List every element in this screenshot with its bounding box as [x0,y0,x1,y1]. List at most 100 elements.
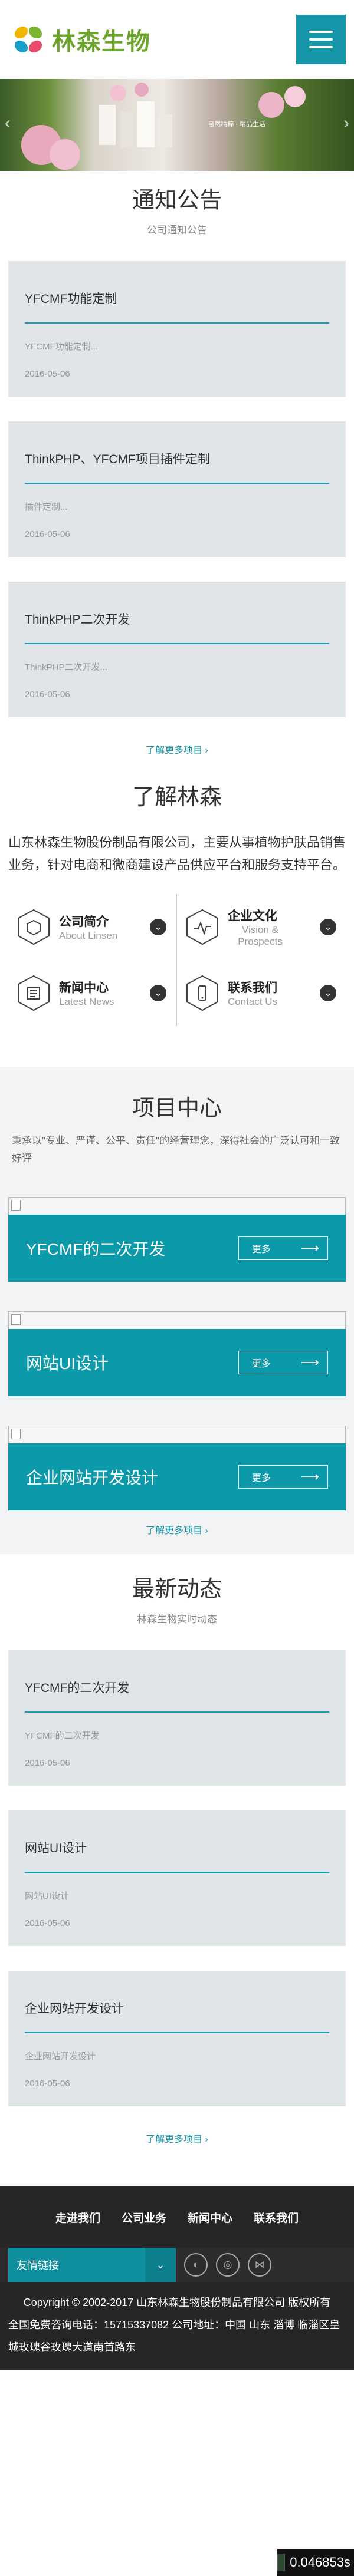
notice-section: 通知公告 公司通知公告 YFCMF功能定制 YFCMF功能定制... 2016-… [0,171,354,756]
news-more-link[interactable]: 了解更多项目 › [0,2131,354,2145]
card-desc: YFCMF功能定制... [25,342,99,352]
footer-link-about[interactable]: 走进我们 [55,2209,100,2225]
newspaper-icon [15,975,52,1011]
card-date: 2016-05-06 [25,2079,70,2089]
project-name[interactable]: YFCMF的二次开发 [26,1236,165,1260]
logo[interactable]: 林森生物 [9,21,151,58]
projects-intro: 秉承以"专业、严谨、公平、责任"的经营理念，深得社会的广泛认可和一致好评 [12,1135,340,1164]
notice-card[interactable]: YFCMF功能定制 YFCMF功能定制... 2016-05-06 [8,261,346,397]
share-icon[interactable]: ⋈ [248,2253,271,2277]
arrow-right-icon: ⟶ [300,1469,319,1484]
card-divider [25,1872,329,1873]
footer-link-contact[interactable]: 联系我们 [254,2209,299,2225]
about-en: About Linsen [59,930,118,941]
about-en: Latest News [59,996,114,1007]
section-title: 项目中心 [132,1096,222,1121]
card-title[interactable]: 企业网站开发设计 [25,1999,329,2017]
notice-card[interactable]: ThinkPHP、YFCMF项目插件定制 插件定制... 2016-05-06 [8,421,346,557]
arrow-right-icon: ⟶ [300,1355,319,1370]
chevron-down-icon[interactable]: ⌄ [320,919,336,935]
section-title: 最新动态 [132,1577,222,1602]
about-en: Contact Us [228,996,278,1007]
timer-value: 0.046853s [290,2555,350,2570]
menu-button[interactable] [296,15,346,64]
card-date: 2016-05-06 [25,1918,70,1928]
news-card[interactable]: 企业网站开发设计 企业网站开发设计 2016-05-06 [8,1971,346,2106]
card-title[interactable]: YFCMF功能定制 [25,289,329,307]
project-image [8,1426,346,1443]
broken-image-icon [11,1314,21,1325]
chevron-down-icon[interactable]: ⌄ [150,985,166,1001]
project-more-button[interactable]: 更多 ⟶ [238,1351,328,1374]
wechat-icon[interactable]: ◐ [184,2253,208,2277]
projects-section: 项目中心 秉承以"专业、严谨、公平、责任"的经营理念，深得社会的广泛认可和一致好… [0,1067,354,1554]
logo-text: 林森生物 [52,29,151,55]
card-divider [25,2032,329,2033]
card-desc: 网站UI设计 [25,1891,70,1901]
chevron-down-icon[interactable]: ⌄ [150,919,166,935]
news-card[interactable]: 网站UI设计 网站UI设计 2016-05-06 [8,1810,346,1946]
card-desc: YFCMF的二次开发 [25,1731,100,1741]
address: 全国免费咨询电话：15715337082 公司地址：中国 山东 淄博 临淄区皇城… [8,2319,340,2353]
card-title[interactable]: ThinkPHP二次开发 [25,610,329,628]
footer-nav: 走进我们 公司业务 新闻中心 联系我们 [0,2186,354,2248]
about-grid: 公司简介 About Linsen ⌄ 企业文化 Vision & Prospe… [0,894,354,1026]
leaf-icon [277,2554,286,2571]
cube-icon [15,909,52,945]
card-date: 2016-05-06 [25,690,70,700]
card-desc: 插件定制... [25,502,68,512]
card-title[interactable]: ThinkPHP、YFCMF项目插件定制 [25,450,329,467]
project-card[interactable]: 网站UI设计 更多 ⟶ [8,1311,346,1396]
friend-links-label: 友情链接 [17,2260,59,2271]
notice-card[interactable]: ThinkPHP二次开发 ThinkPHP二次开发... 2016-05-06 [8,582,346,717]
projects-more-link[interactable]: 了解更多项目 › [0,1522,354,1536]
footer-link-business[interactable]: 公司业务 [122,2209,166,2225]
copyright: Copyright © 2002-2017 山东林森生物股份制品有限公司 版权所… [23,2297,331,2308]
about-item-contact[interactable]: 联系我们 Contact Us ⌄ [177,960,346,1026]
project-card[interactable]: 企业网站开发设计 更多 ⟶ [8,1426,346,1510]
card-divider [25,643,329,644]
about-item-culture[interactable]: 企业文化 Vision & Prospects ⌄ [177,894,346,960]
logo-icon [9,21,47,58]
card-divider [25,322,329,324]
section-title: 了解林森 [132,785,222,810]
section-subtitle: 林森生物实时动态 [137,1614,217,1625]
weibo-icon[interactable]: ◎ [216,2253,240,2277]
notice-more-link[interactable]: 了解更多项目 › [0,742,354,756]
about-item-news[interactable]: 新闻中心 Latest News ⌄ [8,960,177,1026]
about-label: 新闻中心 [59,981,109,995]
project-more-button[interactable]: 更多 ⟶ [238,1465,328,1489]
banner-image [21,83,306,170]
banner-next-icon[interactable]: › [343,113,349,133]
project-card[interactable]: YFCMF的二次开发 更多 ⟶ [8,1197,346,1282]
card-divider [25,1711,329,1713]
load-timer: 0.046853s [277,2549,354,2576]
section-title: 通知公告 [132,188,222,213]
banner-slider[interactable]: ‹ › 自然精粹 · 精品生活 [0,79,354,171]
card-date: 2016-05-06 [25,1758,70,1768]
friend-links-select[interactable]: 友情链接 ⌄ [8,2248,176,2282]
project-name[interactable]: 网站UI设计 [26,1351,109,1374]
footer-link-news[interactable]: 新闻中心 [188,2209,232,2225]
news-section: 最新动态 林森生物实时动态 YFCMF的二次开发 YFCMF的二次开发 2016… [0,1554,354,2145]
hamburger-icon [309,31,333,33]
project-name[interactable]: 企业网站开发设计 [26,1465,158,1489]
project-more-label: 更多 [252,1359,271,1369]
about-item-intro[interactable]: 公司简介 About Linsen ⌄ [8,894,177,960]
chevron-down-icon: ⌄ [145,2248,176,2282]
news-card[interactable]: YFCMF的二次开发 YFCMF的二次开发 2016-05-06 [8,1650,346,1786]
about-text: 山东林森生物股份制品有限公司，主要从事植物护肤品销售业务，针对电商和微商建设产品… [8,835,346,872]
card-title[interactable]: 网站UI设计 [25,1839,329,1856]
card-date: 2016-05-06 [25,529,70,539]
about-label: 企业文化 [228,909,277,923]
project-image [8,1311,346,1329]
card-divider [25,483,329,484]
about-section: 了解林森 山东林森生物股份制品有限公司，主要从事植物护肤品销售业务，针对电商和微… [0,776,354,1026]
project-more-button[interactable]: 更多 ⟶ [238,1236,328,1260]
section-subtitle: 公司通知公告 [147,225,207,236]
pulse-icon [184,909,221,945]
banner-prev-icon[interactable]: ‹ [5,113,11,133]
card-desc: ThinkPHP二次开发... [25,662,108,672]
chevron-down-icon[interactable]: ⌄ [320,985,336,1001]
card-title[interactable]: YFCMF的二次开发 [25,1678,329,1696]
